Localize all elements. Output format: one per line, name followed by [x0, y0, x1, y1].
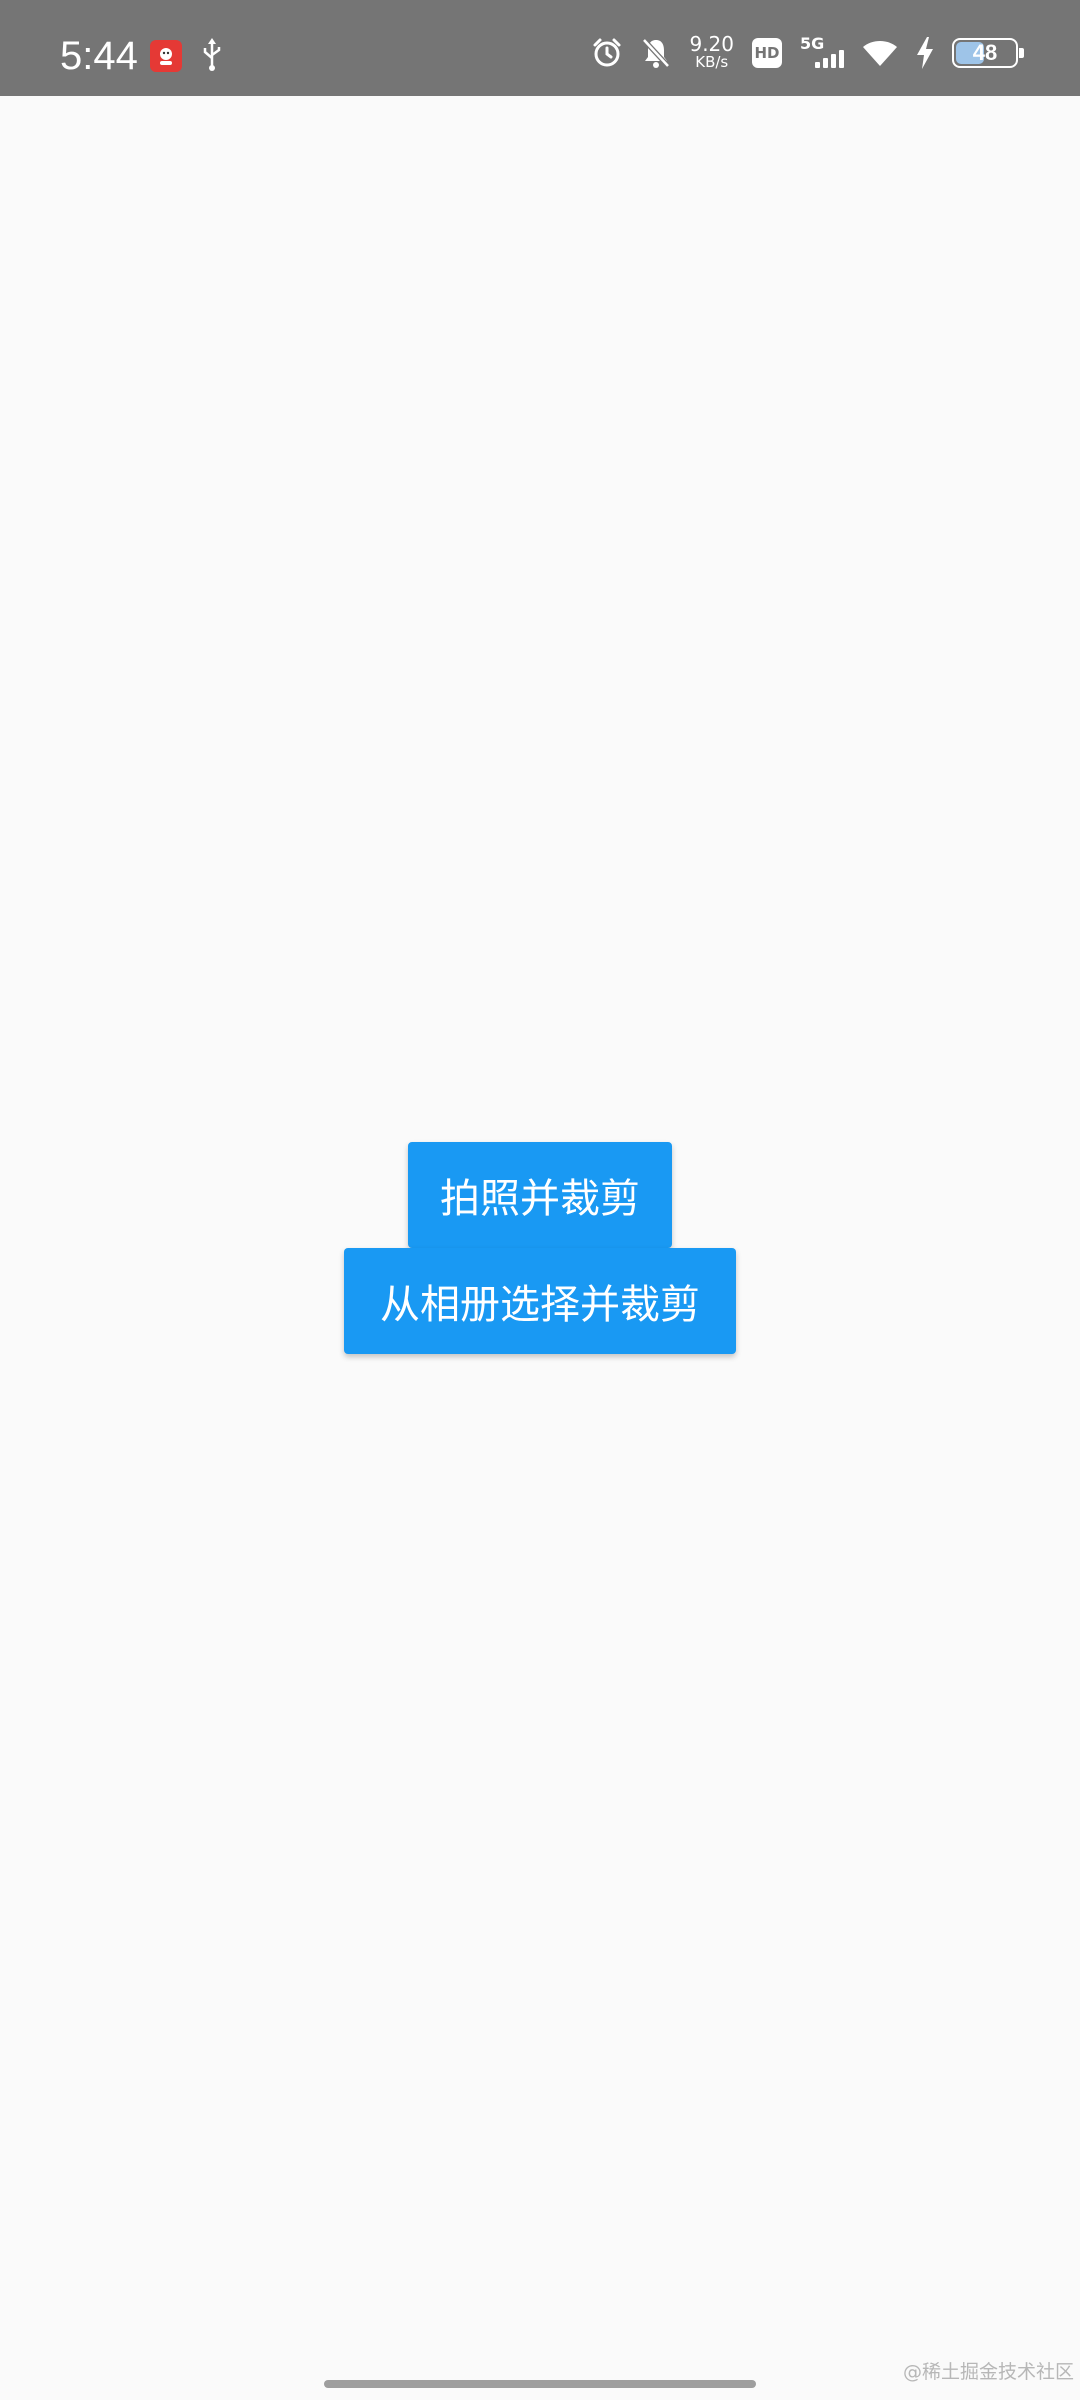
take-photo-crop-button[interactable]: 拍照并裁剪 [408, 1142, 672, 1248]
charging-bolt-icon [916, 37, 934, 69]
battery-level: 48 [972, 40, 998, 65]
home-indicator[interactable] [324, 2380, 756, 2388]
status-bar: 5:44 9.20 KB/s HD 5G 48 [0, 0, 1080, 96]
status-time: 5:44 [60, 34, 138, 78]
app-screen: 5:44 9.20 KB/s HD 5G 48 拍照并裁剪 从相册选择并裁剪 @… [0, 0, 1080, 2400]
watermark: @稀土掘金技术社区 [902, 2361, 1074, 2383]
usb-icon [200, 38, 224, 72]
app-notification-icon [150, 40, 182, 72]
battery-icon: 48 [952, 38, 1024, 68]
signal-icon: 5G [800, 34, 844, 70]
status-icons: 9.20 KB/s HD 5G 48 [591, 28, 1024, 78]
bell-off-icon [641, 37, 671, 69]
hd-icon: HD [752, 38, 782, 68]
network-speed-value: 9.20 [689, 32, 734, 56]
wifi-icon [862, 38, 898, 68]
choose-album-crop-button[interactable]: 从相册选择并裁剪 [344, 1248, 736, 1354]
alarm-icon [591, 37, 623, 69]
network-speed-unit: KB/s [695, 53, 729, 71]
network-speed: 9.20 KB/s [689, 32, 734, 71]
